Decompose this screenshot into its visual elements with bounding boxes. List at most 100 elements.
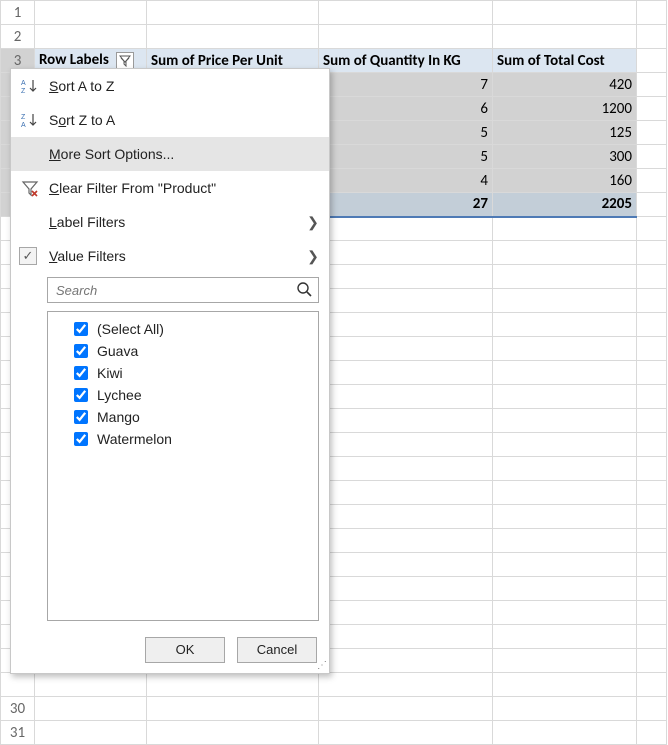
row-header[interactable]: 30 [1,697,35,721]
cell[interactable] [319,361,493,385]
cell[interactable] [147,721,319,745]
cell[interactable] [637,73,667,97]
cell[interactable] [637,673,667,697]
qty-cell[interactable]: 5 [319,145,493,169]
cell[interactable] [493,529,637,553]
cell[interactable] [637,241,667,265]
cell[interactable] [319,481,493,505]
cell[interactable] [493,433,637,457]
checkbox[interactable] [74,388,88,402]
cell[interactable] [493,313,637,337]
cell[interactable] [493,289,637,313]
cell[interactable] [319,529,493,553]
cell[interactable] [637,385,667,409]
cell[interactable] [493,673,637,697]
cell[interactable] [493,25,637,49]
cell[interactable] [319,457,493,481]
cell[interactable] [493,601,637,625]
checkbox[interactable] [74,410,88,424]
row-header[interactable] [1,673,35,697]
cell[interactable] [319,1,493,25]
cell[interactable] [637,577,667,601]
cell[interactable] [319,385,493,409]
cell[interactable] [493,625,637,649]
cell[interactable] [319,553,493,577]
grand-total-cell[interactable]: 2205 [493,193,637,217]
checkbox[interactable] [74,432,88,446]
cell[interactable] [493,577,637,601]
total-cell[interactable]: 1200 [493,97,637,121]
qty-cell[interactable]: 5 [319,121,493,145]
cell[interactable] [35,1,147,25]
cell[interactable] [35,697,147,721]
cell[interactable] [637,481,667,505]
cell[interactable] [493,553,637,577]
row-header[interactable]: 31 [1,721,35,745]
cell[interactable] [319,409,493,433]
total-cell[interactable]: 125 [493,121,637,145]
cell[interactable] [493,649,637,673]
row-header[interactable]: 2 [1,25,35,49]
cell[interactable] [637,529,667,553]
cell[interactable] [493,337,637,361]
search-input[interactable] [54,282,296,299]
cell[interactable] [35,721,147,745]
cell[interactable] [637,121,667,145]
pivot-header-total[interactable]: Sum of Total Cost [493,49,637,73]
cell[interactable] [319,601,493,625]
filter-item[interactable]: Watermelon [54,428,312,450]
cell[interactable] [319,577,493,601]
cell[interactable] [637,49,667,73]
cancel-button[interactable]: Cancel [237,637,317,663]
cell[interactable] [147,25,319,49]
cell[interactable] [319,673,493,697]
value-filters-item[interactable]: ✓ Value Filters ❯ [11,239,329,273]
cell[interactable] [637,289,667,313]
checkbox[interactable] [74,322,88,336]
cell[interactable] [319,433,493,457]
cell[interactable] [493,457,637,481]
cell[interactable] [493,265,637,289]
filter-item-select-all[interactable]: (Select All) [54,318,312,340]
cell[interactable] [637,361,667,385]
cell[interactable] [319,649,493,673]
filter-item[interactable]: Kiwi [54,362,312,384]
cell[interactable] [637,313,667,337]
sort-az-item[interactable]: AZ Sort A to Z [11,69,329,103]
sort-za-item[interactable]: ZA Sort Z to A [11,103,329,137]
cell[interactable] [637,505,667,529]
cell[interactable] [637,625,667,649]
cell[interactable] [319,697,493,721]
ok-button[interactable]: OK [145,637,225,663]
cell[interactable] [493,481,637,505]
cell[interactable] [637,1,667,25]
filter-item[interactable]: Guava [54,340,312,362]
filter-dropdown-button[interactable] [116,52,134,70]
filter-item[interactable]: Lychee [54,384,312,406]
cell[interactable] [319,241,493,265]
cell[interactable] [637,553,667,577]
cell[interactable] [319,625,493,649]
cell[interactable] [637,193,667,217]
cell[interactable] [35,25,147,49]
cell[interactable] [637,25,667,49]
checkbox[interactable] [74,366,88,380]
cell[interactable] [637,433,667,457]
cell[interactable] [493,385,637,409]
filter-item[interactable]: Mango [54,406,312,428]
cell[interactable] [493,361,637,385]
cell[interactable] [637,601,667,625]
checkbox[interactable] [74,344,88,358]
cell[interactable] [637,649,667,673]
cell[interactable] [493,721,637,745]
clear-filter-item[interactable]: Clear Filter From "Product" [11,171,329,205]
cell[interactable] [493,1,637,25]
grand-qty-cell[interactable]: 27 [319,193,493,217]
more-sort-options-item[interactable]: More Sort Options... [11,137,329,171]
cell[interactable] [147,673,319,697]
cell[interactable] [493,409,637,433]
cell[interactable] [319,25,493,49]
row-header[interactable]: 1 [1,1,35,25]
cell[interactable] [319,721,493,745]
cell[interactable] [637,217,667,241]
